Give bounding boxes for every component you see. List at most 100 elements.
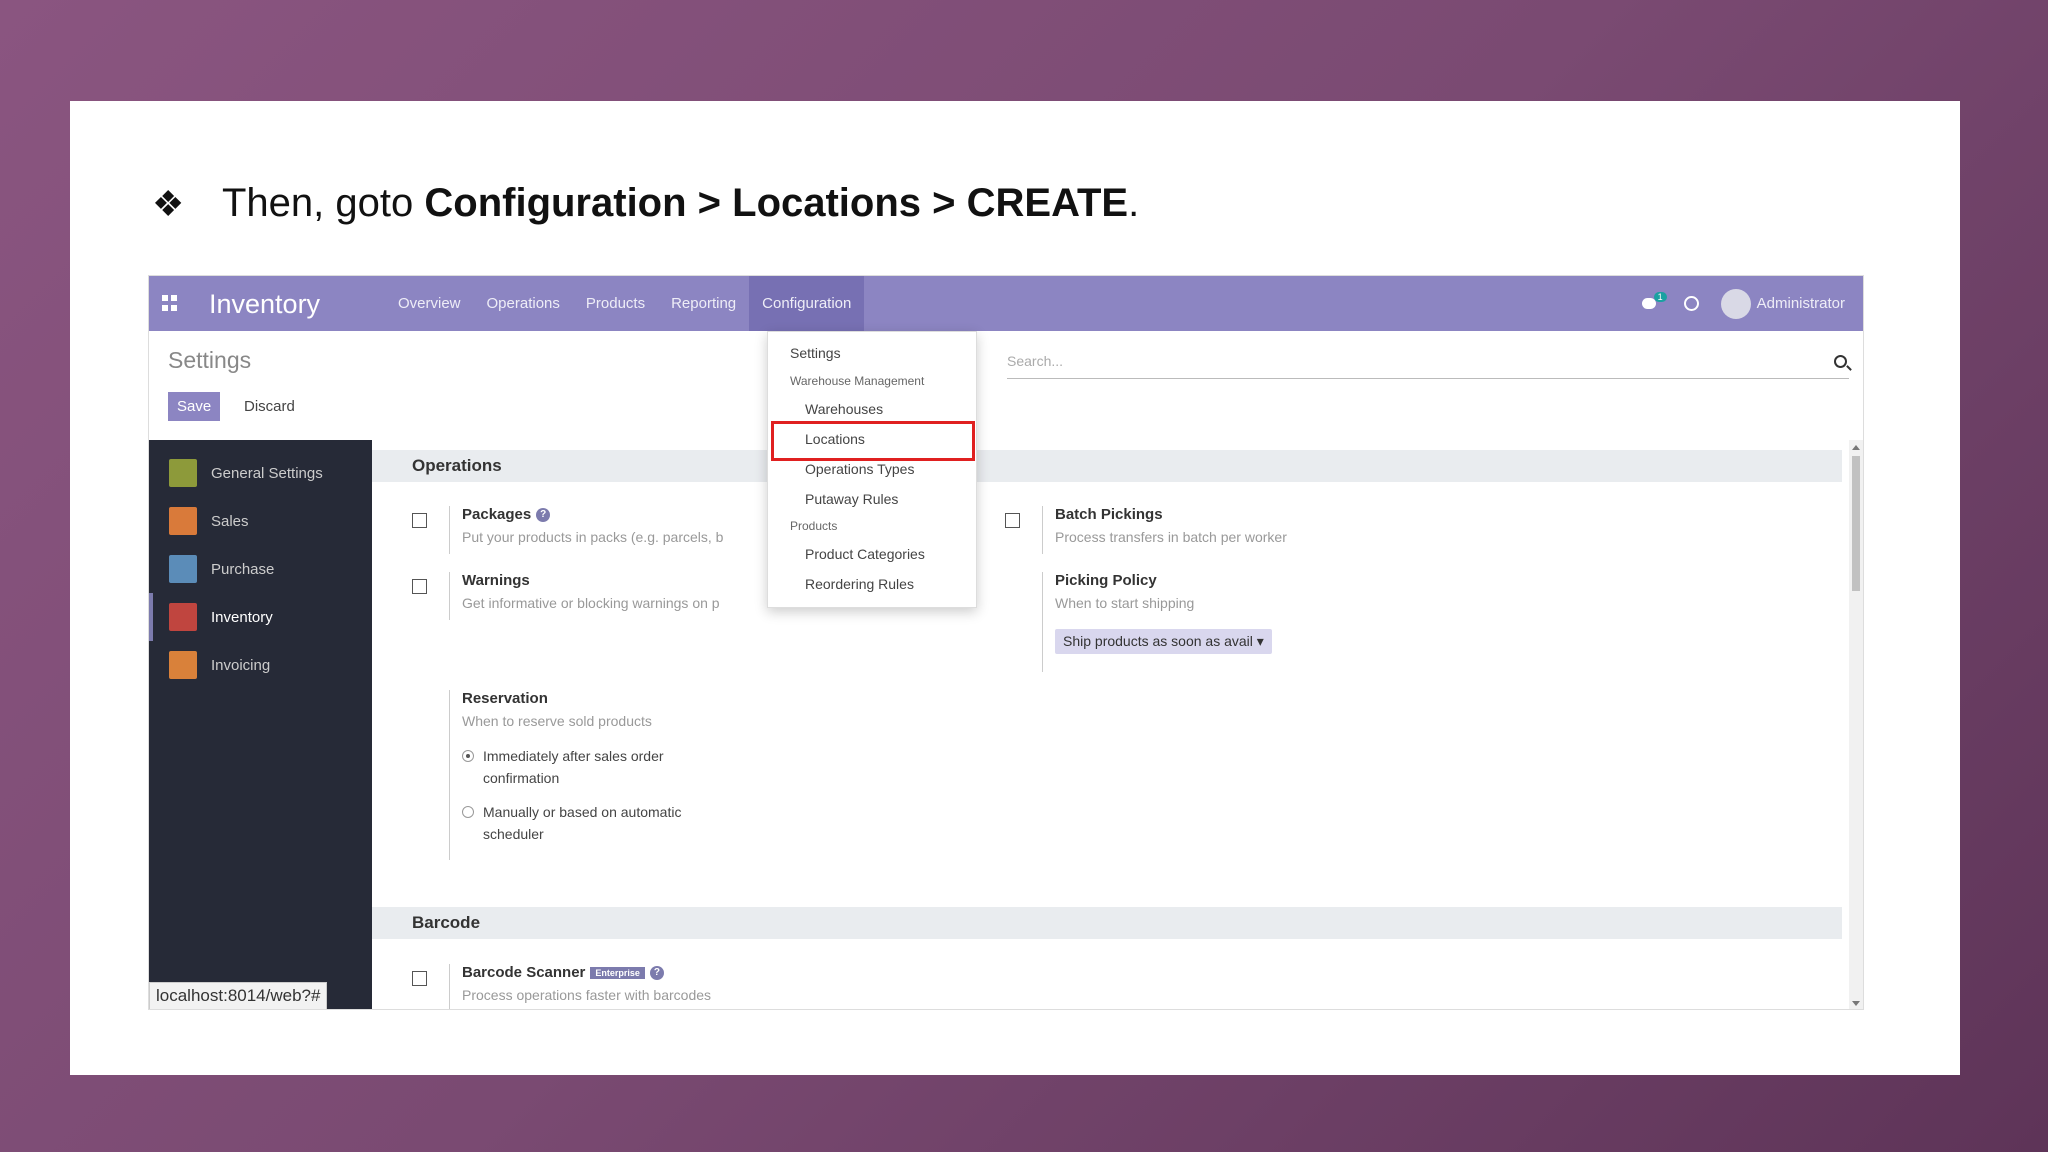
dropdown-item-operation-types[interactable]: Operations Types (805, 461, 914, 477)
barcode-scanner-checkbox[interactable] (412, 971, 427, 986)
batch-pickings-description: Process transfers in batch per worker (1055, 529, 1287, 545)
barcode-scanner-setting: Barcode Scanner Enterprise? Process opera… (462, 964, 711, 1003)
search-placeholder: Search... (1007, 353, 1064, 369)
apps-menu-icon[interactable] (162, 295, 178, 311)
chat-icon[interactable]: 1 (1641, 291, 1667, 312)
picking-policy-select[interactable]: Ship products as soon as avail ▾ (1055, 629, 1272, 654)
sidebar-item-sales[interactable]: Sales (149, 497, 372, 545)
warnings-checkbox[interactable] (412, 579, 427, 594)
radio-unselected[interactable] (462, 806, 474, 818)
reservation-option-manual[interactable]: Manually or based on automatic scheduler (462, 801, 722, 845)
barcode-scanner-description: Process operations faster with barcodes (462, 987, 712, 1003)
sidebar-item-inventory[interactable]: Inventory (149, 593, 372, 641)
picking-policy-setting: Picking Policy When to start shipping Sh… (1055, 572, 1272, 654)
scroll-up-arrow-icon[interactable] (1852, 445, 1860, 450)
packages-setting: Packages? Put your products in packs (e.… (462, 506, 723, 545)
warnings-description: Get informative or blocking warnings on … (462, 595, 720, 611)
settings-content: Operations Packages? Put your products i… (372, 440, 1842, 1009)
status-bar-url: localhost:8014/web?# (149, 982, 328, 1009)
barcode-section-header: Barcode (372, 907, 1842, 939)
menu-operations[interactable]: Operations (474, 276, 573, 331)
instruction-heading: ❖ Then, goto Configuration > Locations >… (152, 181, 1139, 226)
batch-pickings-setting: Batch Pickings Process transfers in batc… (1055, 506, 1287, 545)
user-menu[interactable]: Administrator (1720, 288, 1845, 319)
chart-icon (169, 507, 197, 535)
radio-selected[interactable] (462, 750, 474, 762)
credit-card-icon (169, 555, 197, 583)
activity-clock-icon[interactable] (1683, 296, 1699, 311)
locations-highlight-box (771, 421, 975, 461)
instruction-prefix: Then, goto (222, 181, 425, 225)
chevron-down-icon: ▾ (1256, 633, 1264, 649)
barcode-scanner-title: Barcode Scanner (462, 964, 586, 981)
batch-pickings-checkbox[interactable] (1005, 513, 1020, 528)
reservation-option-immediate[interactable]: Immediately after sales order confirmati… (462, 745, 722, 789)
app-screenshot: Inventory Overview Operations Products R… (148, 275, 1864, 1010)
dropdown-item-putaway-rules[interactable]: Putaway Rules (805, 491, 898, 507)
slide: ❖ Then, goto Configuration > Locations >… (70, 101, 1960, 1075)
batch-pickings-title: Batch Pickings (1055, 506, 1163, 523)
control-panel: Settings Save Discard Search... (149, 331, 1863, 436)
menu-products[interactable]: Products (573, 276, 658, 331)
menu-reporting[interactable]: Reporting (658, 276, 749, 331)
packages-title: Packages (462, 506, 532, 523)
divider (1042, 506, 1043, 554)
page-title: Settings (168, 347, 252, 373)
main-menu: Overview Operations Products Reporting C… (385, 276, 865, 331)
picking-policy-title: Picking Policy (1055, 572, 1157, 589)
divider (449, 964, 450, 1009)
avatar (1720, 288, 1751, 319)
search-input[interactable]: Search... (1007, 347, 1849, 379)
chat-badge: 1 (1653, 291, 1667, 302)
dropdown-header-products: Products (790, 519, 838, 533)
packages-checkbox[interactable] (412, 513, 427, 528)
search-icon[interactable] (1834, 355, 1847, 368)
help-icon[interactable]: ? (536, 508, 551, 523)
reservation-option-label: Manually or based on automatic scheduler (483, 804, 682, 842)
bullet-icon: ❖ (152, 182, 185, 224)
dropdown-item-warehouses[interactable]: Warehouses (805, 401, 883, 417)
discard-button[interactable]: Discard (239, 392, 300, 421)
divider (1042, 572, 1043, 672)
user-name: Administrator (1756, 295, 1845, 312)
save-button[interactable]: Save (168, 392, 221, 421)
dropdown-item-settings[interactable]: Settings (790, 345, 841, 361)
sidebar-item-label: Invoicing (211, 656, 271, 674)
divider (449, 572, 450, 620)
dropdown-item-reordering-rules[interactable]: Reordering Rules (805, 576, 914, 592)
dropdown-item-product-categories[interactable]: Product Categories (805, 546, 925, 562)
warnings-setting: Warnings Get informative or blocking war… (462, 572, 720, 611)
app-title: Inventory (209, 289, 321, 319)
scroll-down-arrow-icon[interactable] (1852, 1001, 1860, 1006)
sidebar-item-general-settings[interactable]: General Settings (149, 449, 372, 497)
sidebar-item-label: General Settings (211, 464, 323, 482)
configuration-dropdown: Settings Warehouse Management Warehouses… (767, 331, 977, 608)
warnings-title: Warnings (462, 572, 530, 589)
picking-policy-value: Ship products as soon as avail (1063, 633, 1253, 649)
invoice-icon (169, 651, 197, 679)
scroll-thumb[interactable] (1852, 456, 1860, 591)
picking-policy-description: When to start shipping (1055, 595, 1195, 611)
dropdown-header-warehouse-management: Warehouse Management (790, 374, 925, 388)
navbar-right: 1 Administrator (1641, 276, 1845, 331)
divider (449, 690, 450, 860)
menu-overview[interactable]: Overview (385, 276, 474, 331)
help-icon[interactable]: ? (649, 966, 664, 981)
instruction-suffix: . (1128, 181, 1140, 225)
enterprise-badge: Enterprise (590, 967, 645, 980)
operations-section-header: Operations (372, 450, 1842, 482)
instruction-path: Configuration > Locations > CREATE (424, 181, 1129, 225)
packages-description: Put your products in packs (e.g. parcels… (462, 529, 724, 545)
box-icon (169, 603, 197, 631)
menu-configuration[interactable]: Configuration (749, 276, 865, 331)
sidebar-item-invoicing[interactable]: Invoicing (149, 641, 372, 689)
reservation-option-label: Immediately after sales order confirmati… (483, 748, 664, 786)
content-scrollbar[interactable] (1849, 440, 1863, 1009)
reservation-description: When to reserve sold products (462, 713, 652, 729)
sidebar-item-label: Purchase (211, 560, 275, 578)
top-navbar: Inventory Overview Operations Products R… (149, 276, 1863, 331)
reservation-setting: Reservation When to reserve sold product… (462, 690, 722, 845)
settings-sidebar: General Settings Sales Purchase Inventor… (149, 440, 372, 1009)
divider (449, 506, 450, 554)
sidebar-item-purchase[interactable]: Purchase (149, 545, 372, 593)
